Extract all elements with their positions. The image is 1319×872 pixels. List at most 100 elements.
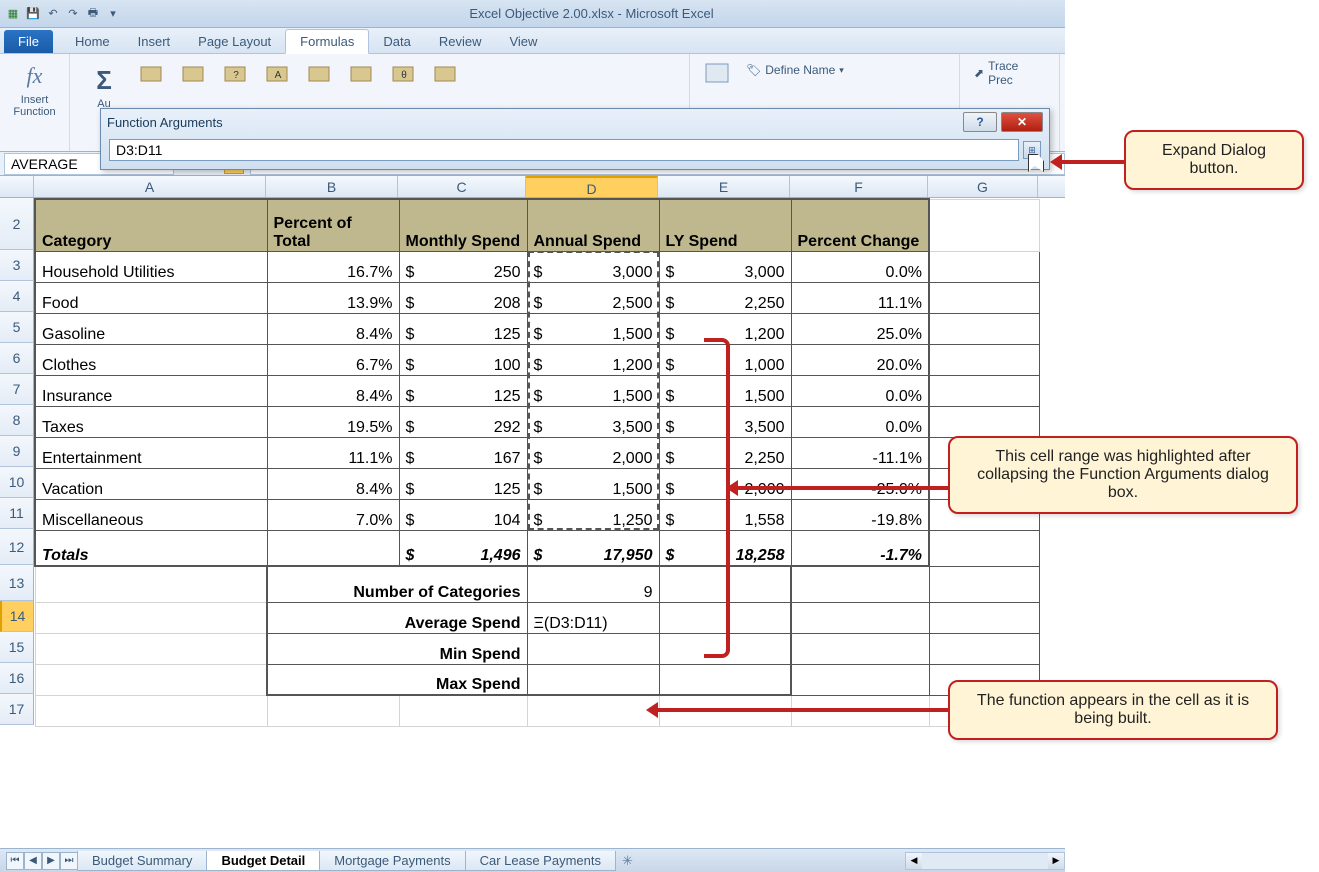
cell-annual-spend[interactable]: $1,500 bbox=[527, 468, 659, 499]
qat-dropdown-icon[interactable]: ▾ bbox=[104, 5, 122, 23]
cell-monthly-spend[interactable]: $292 bbox=[399, 406, 527, 437]
cell-pct[interactable]: 11.1% bbox=[267, 437, 399, 468]
cell-empty[interactable] bbox=[929, 344, 1039, 375]
cell-pct-change[interactable]: 11.1% bbox=[791, 282, 929, 313]
dialog-close-button[interactable]: ✕ bbox=[1001, 112, 1043, 132]
cell-ly-spend[interactable]: $2,250 bbox=[659, 282, 791, 313]
cell-summary-label[interactable]: Max Spend bbox=[267, 664, 527, 695]
cell-monthly-spend[interactable]: $125 bbox=[399, 313, 527, 344]
sheet-tab-budget-summary[interactable]: Budget Summary bbox=[77, 851, 207, 871]
row-header-14[interactable]: 14 bbox=[0, 601, 34, 632]
cell-category[interactable]: Insurance bbox=[35, 375, 267, 406]
cell-summary-label[interactable]: Average Spend bbox=[267, 602, 527, 633]
scroll-right-icon[interactable]: ▶ bbox=[1048, 853, 1064, 869]
cell-annual-spend[interactable]: $1,500 bbox=[527, 313, 659, 344]
cell-pct-change[interactable]: -11.1% bbox=[791, 437, 929, 468]
cell-annual-spend[interactable]: $2,500 bbox=[527, 282, 659, 313]
cell-empty[interactable] bbox=[929, 313, 1039, 344]
tab-review[interactable]: Review bbox=[425, 30, 496, 53]
lookup-icon[interactable] bbox=[346, 62, 378, 86]
cell-empty[interactable] bbox=[929, 602, 1039, 633]
autosum-button[interactable]: Σ Au bbox=[82, 62, 126, 112]
cell-empty[interactable] bbox=[35, 633, 267, 664]
tab-nav-prev[interactable]: ◀ bbox=[24, 852, 42, 870]
cell-category[interactable]: Household Utilities bbox=[35, 251, 267, 282]
cell-category[interactable]: Vacation bbox=[35, 468, 267, 499]
cell-empty[interactable] bbox=[929, 633, 1039, 664]
cell-a2[interactable]: Category bbox=[35, 199, 267, 251]
row-header-5[interactable]: 5 bbox=[0, 312, 34, 343]
cell-e2[interactable]: LY Spend bbox=[659, 199, 791, 251]
cell-monthly-spend[interactable]: $208 bbox=[399, 282, 527, 313]
cell-totals-as[interactable]: $17,950 bbox=[527, 530, 659, 566]
print-icon[interactable]: 🖶 bbox=[84, 5, 102, 23]
cell-pct[interactable]: 7.0% bbox=[267, 499, 399, 530]
cell-empty[interactable] bbox=[659, 664, 791, 695]
cell-empty[interactable] bbox=[929, 566, 1039, 602]
cell-pct-change[interactable]: 0.0% bbox=[791, 375, 929, 406]
tab-insert[interactable]: Insert bbox=[124, 30, 185, 53]
cell-category[interactable]: Food bbox=[35, 282, 267, 313]
cell-totals-ms[interactable]: $1,496 bbox=[399, 530, 527, 566]
row-header-16[interactable]: 16 bbox=[0, 663, 34, 694]
recently-used-icon[interactable] bbox=[136, 62, 168, 86]
save-icon[interactable]: 💾 bbox=[24, 5, 42, 23]
tab-file[interactable]: File bbox=[4, 30, 53, 53]
tab-page-layout[interactable]: Page Layout bbox=[184, 30, 285, 53]
cell-pct[interactable]: 8.4% bbox=[267, 375, 399, 406]
select-all-corner[interactable] bbox=[0, 176, 34, 197]
cell-category[interactable]: Taxes bbox=[35, 406, 267, 437]
row-header-10[interactable]: 10 bbox=[0, 467, 34, 498]
cell-empty[interactable] bbox=[791, 566, 929, 602]
row-header-8[interactable]: 8 bbox=[0, 405, 34, 436]
sheet-tab-car-lease-payments[interactable]: Car Lease Payments bbox=[465, 851, 616, 871]
col-header-e[interactable]: E bbox=[658, 176, 790, 197]
undo-icon[interactable]: ↶ bbox=[44, 5, 62, 23]
cell-totals-pct[interactable] bbox=[267, 530, 399, 566]
cell-pct-change[interactable]: 0.0% bbox=[791, 406, 929, 437]
more-functions-icon[interactable] bbox=[430, 62, 462, 86]
col-header-b[interactable]: B bbox=[266, 176, 398, 197]
cell-monthly-spend[interactable]: $167 bbox=[399, 437, 527, 468]
cell-d2[interactable]: Annual Spend bbox=[527, 199, 659, 251]
cell-pct[interactable]: 6.7% bbox=[267, 344, 399, 375]
cell-empty[interactable] bbox=[35, 602, 267, 633]
cell-annual-spend[interactable]: $2,000 bbox=[527, 437, 659, 468]
tab-nav-first[interactable]: ⏮ bbox=[6, 852, 24, 870]
cell-f2[interactable]: Percent Change bbox=[791, 199, 929, 251]
row-header-2[interactable]: 2 bbox=[0, 198, 34, 250]
trace-precedents-button[interactable]: ⬈Trace Prec bbox=[968, 58, 1051, 88]
tab-home[interactable]: Home bbox=[61, 30, 124, 53]
cell-pct-change[interactable]: -19.8% bbox=[791, 499, 929, 530]
row-header-7[interactable]: 7 bbox=[0, 374, 34, 405]
dialog-range-input[interactable] bbox=[109, 139, 1019, 161]
math-trig-icon[interactable]: θ bbox=[388, 62, 420, 86]
row-header-9[interactable]: 9 bbox=[0, 436, 34, 467]
tab-formulas[interactable]: Formulas bbox=[285, 29, 369, 54]
col-header-a[interactable]: A bbox=[34, 176, 266, 197]
cell-monthly-spend[interactable]: $104 bbox=[399, 499, 527, 530]
cell-annual-spend[interactable]: $3,500 bbox=[527, 406, 659, 437]
cell-empty[interactable] bbox=[929, 406, 1039, 437]
cell-annual-spend[interactable]: $3,000 bbox=[527, 251, 659, 282]
cell-pct[interactable]: 8.4% bbox=[267, 313, 399, 344]
cell-pct-change[interactable]: 20.0% bbox=[791, 344, 929, 375]
text-icon[interactable]: A bbox=[262, 62, 294, 86]
cell-pct-change[interactable]: -25.0% bbox=[791, 468, 929, 499]
row-header-17[interactable]: 17 bbox=[0, 694, 34, 725]
cell-annual-spend[interactable]: $1,200 bbox=[527, 344, 659, 375]
cell-empty[interactable] bbox=[35, 566, 267, 602]
cell-summary-label[interactable]: Min Spend bbox=[267, 633, 527, 664]
cell-empty[interactable] bbox=[791, 602, 929, 633]
cell-pct[interactable]: 8.4% bbox=[267, 468, 399, 499]
cell-summary-value[interactable]: 9 bbox=[527, 566, 659, 602]
cell-annual-spend[interactable]: $1,250 bbox=[527, 499, 659, 530]
col-header-f[interactable]: F bbox=[790, 176, 928, 197]
col-header-c[interactable]: C bbox=[398, 176, 526, 197]
cell-category[interactable]: Gasoline bbox=[35, 313, 267, 344]
define-name-button[interactable]: 🏷Define Name▾ bbox=[740, 62, 850, 78]
tab-nav-last[interactable]: ⏭ bbox=[60, 852, 78, 870]
redo-icon[interactable]: ↷ bbox=[64, 5, 82, 23]
insert-sheet-icon[interactable]: ✳ bbox=[622, 853, 633, 869]
row-header-4[interactable]: 4 bbox=[0, 281, 34, 312]
